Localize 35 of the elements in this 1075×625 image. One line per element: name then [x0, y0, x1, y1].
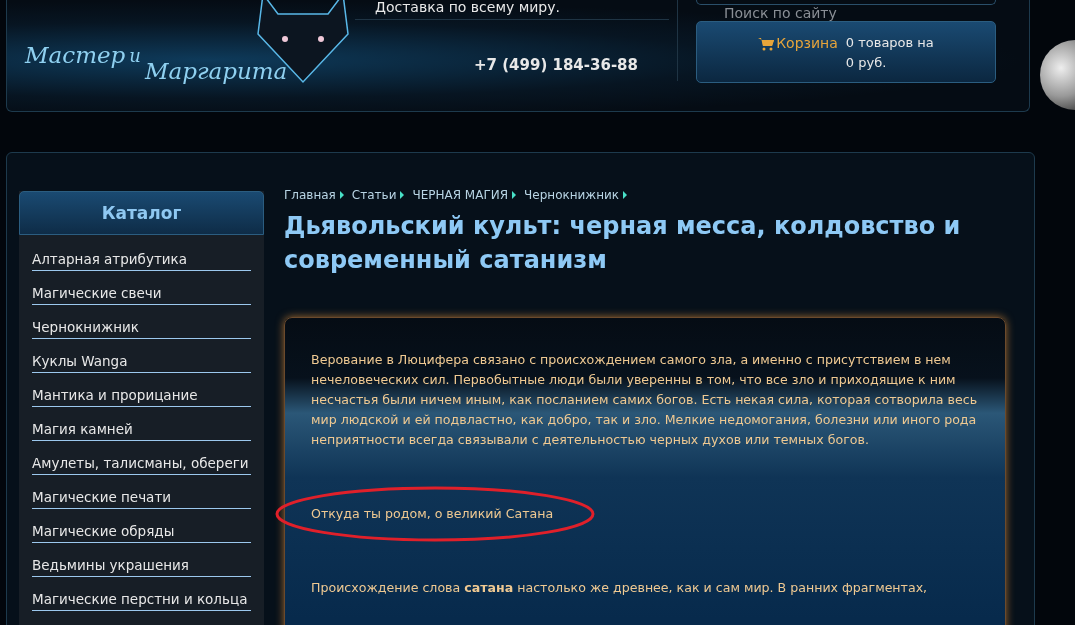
article-paragraph: Происхождение слова сатана настолько же древнее, как и сам мир. В ранних фрагментах, — [311, 579, 929, 597]
catalog-link[interactable]: Куклы Wanga — [32, 351, 251, 373]
article-title: Дьявольский культ: черная месса, колдовство и современный сатанизм — [284, 211, 962, 276]
breadcrumb-link[interactable]: Чернокнижник — [524, 186, 620, 204]
catalog-link[interactable]: Магические перстни и кольца — [32, 589, 251, 611]
catalog-title: Каталог — [19, 191, 264, 235]
breadcrumb-arrow-icon — [339, 191, 344, 199]
catalog-link[interactable]: Магические свечи — [32, 283, 251, 305]
breadcrumb-link[interactable]: ЧЕРНАЯ МАГИЯ — [412, 186, 509, 204]
phone-number: +7 (499) 184-36-88 — [473, 55, 639, 77]
search-field[interactable]: Поиск по сайту — [696, 5, 996, 21]
cart-summary: 0 руб. — [845, 54, 888, 73]
catalog-link[interactable]: Алтарная атрибутика — [32, 249, 251, 271]
breadcrumb-arrow-icon — [512, 191, 517, 199]
article-paragraph: Верование в Люцифера связано с происхождением самого зла, а именно с присутствием в нем нечеловеческих сил. Первобытные люди были уверенны в том, что все зло и приходящие к ним несчастья были ничем иным, как посланием самих богов. Есть некая сила, которая сотворила весь мир людской и ей подвластно, как добро, так и зло. Мелкие недомогания, болезни или иного рода неприятности всегда связывали с деятельностью черных духов или темных богов. — [311, 351, 979, 449]
breadcrumb-arrow-icon — [623, 191, 628, 199]
logo-text: Мастер — [25, 44, 126, 67]
cart-link[interactable]: Корзина — [776, 33, 838, 54]
cart-icon — [758, 36, 775, 51]
catalog-link[interactable]: Мантика и прорицание — [32, 385, 251, 407]
breadcrumb-link[interactable]: Главная — [284, 186, 336, 204]
delivery-text: Доставка по всему миру. — [355, 0, 669, 21]
catalog-link[interactable]: Магические печати — [32, 487, 251, 509]
cart-summary: 0 товаров на — [845, 34, 934, 52]
catalog-link[interactable]: Магия камней — [32, 419, 251, 441]
cart-panel[interactable]: Корзина 0 товаров на 0 руб. — [696, 21, 996, 83]
logo-text: и — [129, 46, 141, 65]
logo-text: Маргарита — [144, 60, 288, 83]
breadcrumb-link[interactable]: Статьи — [351, 186, 397, 204]
catalog-link[interactable]: Магические обряды — [32, 521, 251, 543]
catalog-link[interactable]: Ведьмины украшения — [32, 555, 251, 577]
catalog-link[interactable]: Чернокнижник — [32, 317, 251, 339]
article-subheading: Откуда ты родом, о великий Сатана — [311, 506, 554, 521]
breadcrumb-arrow-icon — [400, 191, 405, 199]
catalog-link[interactable]: Амулеты, талисманы, обереги — [32, 453, 251, 475]
